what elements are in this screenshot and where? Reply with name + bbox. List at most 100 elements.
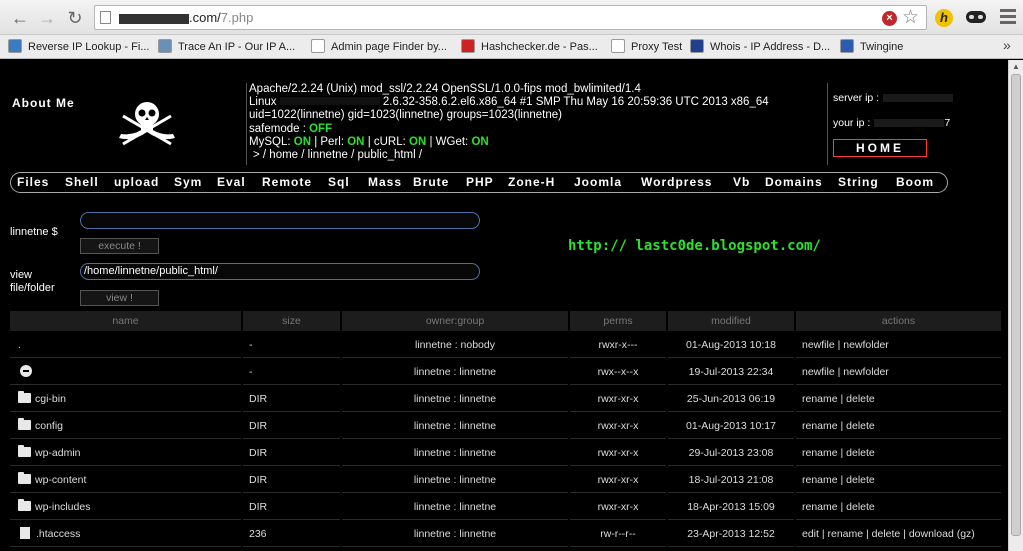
bookmark-item[interactable]: Trace An IP - Our IP A...: [158, 39, 295, 53]
cell-actions[interactable]: edit | rename | delete | download (gz): [796, 521, 1001, 547]
modified-text: 25-Jun-2013 06:19: [686, 393, 776, 405]
about-me-link[interactable]: About Me: [12, 96, 75, 110]
cell-actions[interactable]: rename | delete: [796, 440, 1001, 466]
cell-name[interactable]: wp-content: [10, 467, 241, 493]
menu-item-eval[interactable]: Eval: [217, 175, 246, 189]
cell-name[interactable]: cgi-bin: [10, 386, 241, 412]
cell-perms: rwxr-xr-x: [570, 386, 666, 412]
cell-name[interactable]: [10, 359, 241, 385]
extension-h-icon[interactable]: h: [935, 9, 953, 27]
scroll-thumb[interactable]: [1011, 74, 1021, 536]
reload-icon[interactable]: ↻: [64, 7, 86, 29]
stop-icon[interactable]: ×: [882, 11, 897, 26]
perms-text: rwxr-xr-x: [597, 447, 639, 459]
perms-text: rwxr-xr-x: [597, 420, 639, 432]
blog-link[interactable]: http:// lastc0de.blogspot.com/: [568, 238, 821, 254]
scroll-up-icon[interactable]: ▲: [1012, 62, 1020, 71]
execute-button[interactable]: execute !: [80, 238, 159, 254]
command-input[interactable]: [80, 212, 480, 229]
actions-text: rename | delete: [802, 501, 875, 513]
cell-size: 236: [243, 521, 340, 547]
menu-item-domains[interactable]: Domains: [765, 175, 823, 189]
scrollbar[interactable]: ▲: [1008, 60, 1023, 551]
column-header-name: name: [10, 311, 241, 331]
bookmark-label: Twingine: [860, 41, 904, 53]
owner-text: linnetne : linnetne: [413, 447, 497, 459]
browser-menu-icon[interactable]: [1000, 9, 1016, 25]
menu-item-boom[interactable]: Boom: [896, 175, 934, 189]
cell-actions[interactable]: rename | delete: [796, 467, 1001, 493]
menu-item-brute[interactable]: Brute: [413, 175, 449, 189]
cell-actions[interactable]: newfile | newfolder: [796, 359, 1001, 385]
name-text: wp-admin: [35, 447, 81, 459]
cell-owner: linnetne : linnetne: [342, 521, 568, 547]
cell-perms: rwxr-x---: [570, 332, 666, 358]
cell-name[interactable]: .: [10, 332, 241, 358]
bookmark-item[interactable]: Hashchecker.de - Pas...: [461, 39, 598, 53]
menu-item-zone-h[interactable]: Zone-H: [508, 175, 555, 189]
bookmark-favicon-icon: [611, 39, 625, 53]
bookmark-item[interactable]: Twingine: [840, 39, 903, 53]
cell-perms: rwxr-xr-x: [570, 494, 666, 520]
menu-item-mass[interactable]: Mass: [368, 175, 402, 189]
modified-text: 18-Jul-2013 21:08: [688, 474, 774, 486]
cell-name[interactable]: config: [10, 413, 241, 439]
safemode-line: safemode : OFF: [249, 122, 333, 135]
table-row: cgi-bin DIR linnetne : linnetne rwxr-xr-x 25…: [10, 386, 1001, 413]
table-row: wp-admin DIR linnetne : linnetne rwxr-xr-x 2…: [10, 440, 1001, 467]
menu-item-string[interactable]: String: [838, 175, 879, 189]
menu-item-joomla[interactable]: Joomla: [574, 175, 622, 189]
perms-text: rwxr-xr-x: [597, 393, 639, 405]
cell-actions[interactable]: newfile | newfolder: [796, 332, 1001, 358]
back-arrow-icon[interactable]: ←: [9, 7, 31, 29]
cell-actions[interactable]: rename | delete: [796, 494, 1001, 520]
view-button[interactable]: view !: [80, 290, 159, 306]
bookmark-item[interactable]: Proxy Test: [611, 39, 682, 53]
address-bar[interactable]: .com/7.php: [94, 5, 927, 30]
actions-text: rename | delete: [802, 447, 875, 459]
bookmarks-more-icon[interactable]: »: [1003, 37, 1011, 53]
cell-name[interactable]: wp-admin: [10, 440, 241, 466]
owner-text: linnetne : nobody: [415, 339, 495, 351]
address-url: .com/7.php: [119, 10, 253, 25]
cell-name[interactable]: .htaccess: [10, 521, 241, 547]
menu-item-sql[interactable]: Sql: [328, 175, 350, 189]
table-row: .htaccess 236 linnetne : linnetne rw-r--r--…: [10, 521, 1001, 548]
your-ip: your ip :7: [833, 117, 951, 129]
menu-item-files[interactable]: Files: [17, 175, 49, 189]
forward-arrow-icon[interactable]: →: [36, 7, 58, 29]
cell-name[interactable]: wp-includes: [10, 494, 241, 520]
kernel-line: Linux 2.6.32-358.6.2.el6.x86_64 #1 SMP T…: [249, 96, 769, 109]
actions-text: rename | delete: [802, 393, 875, 405]
menu-item-vb[interactable]: Vb: [733, 175, 750, 189]
bookmark-star-icon[interactable]: ☆: [902, 6, 919, 29]
browser-toolbar: ← → ↻ .com/7.php × ☆ h: [0, 0, 1023, 35]
perms-text: rwxr-xr-x: [597, 501, 639, 513]
cell-actions[interactable]: rename | delete: [796, 413, 1001, 439]
menu-item-wordpress[interactable]: Wordpress: [641, 175, 712, 189]
path-input[interactable]: /home/linnetne/public_html/: [80, 263, 480, 280]
cell-size: -: [243, 359, 340, 385]
cell-modified: 25-Jun-2013 06:19: [668, 386, 794, 412]
extension-mask-icon[interactable]: [966, 11, 986, 23]
menu-item-php[interactable]: PHP: [466, 175, 494, 189]
bookmark-item[interactable]: Reverse IP Lookup - Fi...: [8, 39, 149, 53]
menu-item-upload[interactable]: upload: [114, 175, 159, 189]
bookmark-item[interactable]: Admin page Finder by...: [311, 39, 447, 53]
menu-item-sym[interactable]: Sym: [174, 175, 202, 189]
bookmark-item[interactable]: Whois - IP Address - D...: [690, 39, 830, 53]
menu-item-remote[interactable]: Remote: [262, 175, 312, 189]
bookmark-favicon-icon: [311, 39, 325, 53]
features-line: MySQL: ON | Perl: ON | cURL: ON | WGet: …: [249, 135, 489, 148]
current-path[interactable]: > / home / linnetne / public_html /: [249, 149, 826, 162]
name-text: config: [35, 420, 64, 432]
cell-actions[interactable]: rename | delete: [796, 386, 1001, 412]
actions-text: rename | delete: [802, 474, 875, 486]
parent-directory-icon[interactable]: [20, 365, 32, 377]
menu-item-shell[interactable]: Shell: [65, 175, 99, 189]
actions-text: rename | delete: [802, 420, 875, 432]
owner-text: linnetne : linnetne: [413, 528, 497, 540]
cell-owner: linnetne : linnetne: [342, 359, 568, 385]
table-header: name size owner:group perms modified actions: [10, 311, 1001, 331]
home-button[interactable]: HOME: [833, 139, 927, 157]
